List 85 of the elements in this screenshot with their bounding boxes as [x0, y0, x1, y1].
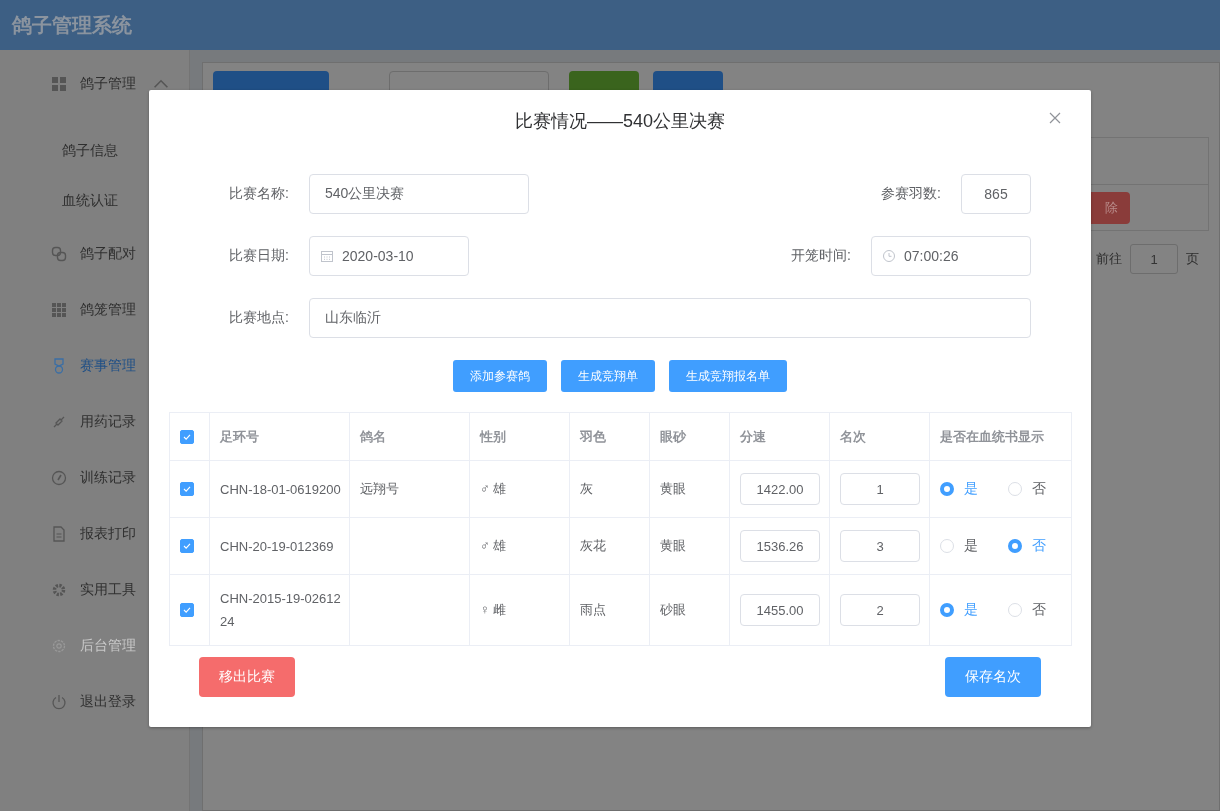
speed-field[interactable]: 1536.26 — [740, 530, 820, 562]
table-cell: ♀ 雌 — [480, 602, 507, 617]
sidebar-item[interactable]: 赛事管理 — [0, 338, 189, 394]
entries-field[interactable]: 865 — [961, 174, 1031, 214]
sidebar-item[interactable]: 鸽子配对 — [0, 226, 189, 282]
radio-button[interactable] — [940, 603, 954, 617]
sidebar-item[interactable]: 鸽笼管理 — [0, 282, 189, 338]
table-cell: 黄眼 — [660, 538, 686, 553]
column-header: 名次 — [840, 428, 866, 444]
checkbox[interactable] — [180, 539, 194, 553]
table-cell-text: CHN-18-01-0619200 — [220, 480, 341, 499]
action-button[interactable]: 生成竞翔报名单 — [669, 360, 787, 392]
radio-button[interactable] — [1008, 539, 1022, 553]
save-button[interactable]: 保存名次 — [945, 657, 1041, 697]
page-field[interactable]: 1 — [1130, 244, 1178, 274]
menu-item-icon — [51, 358, 67, 374]
date-field[interactable]: 2020-03-10 — [309, 236, 469, 276]
rank-field[interactable]: 1 — [840, 473, 920, 505]
time-field[interactable]: 07:00:26 — [871, 236, 1031, 276]
close-icon[interactable] — [1049, 112, 1061, 124]
column-header: 羽色 — [580, 428, 606, 444]
column-header: 分速 — [740, 428, 766, 444]
sidebar-item[interactable]: 训练记录 — [0, 450, 189, 506]
radio-label[interactable]: 否 — [1032, 537, 1046, 555]
menu-item-icon — [51, 470, 67, 486]
check-icon — [181, 540, 193, 552]
radio-label[interactable]: 是 — [964, 537, 978, 555]
menu-item-icon — [51, 526, 67, 542]
page-suffix: 页 — [1186, 250, 1199, 268]
rank-field[interactable]: 2 — [840, 594, 920, 626]
field-label: 比赛名称: — [228, 185, 289, 203]
column-header: 鸽名 — [360, 428, 386, 444]
sidebar-item[interactable]: 鸽子管理 — [0, 56, 189, 112]
column-header: 性别 — [480, 428, 506, 444]
field-label: 参赛羽数: — [881, 185, 941, 203]
checkbox[interactable] — [180, 482, 194, 496]
check-icon — [181, 604, 193, 616]
table-cell-text: CHN-20-19-012369 — [220, 537, 334, 556]
field-label: 比赛日期: — [228, 247, 289, 265]
app-title: 鸽子管理系统 — [12, 12, 132, 38]
table-cell: 灰 — [580, 481, 593, 496]
table-cell: 雨点 — [580, 602, 606, 617]
column-header: 是否在血统书显示 — [940, 428, 1044, 444]
table-cell: ♂ 雄 — [480, 481, 507, 496]
radio-button[interactable] — [940, 482, 954, 496]
menu-item-icon — [51, 76, 67, 92]
calendar-icon — [320, 249, 334, 263]
table-cell-text: CHN-2015-19-0261224 — [220, 590, 342, 631]
field-label: 比赛地点: — [228, 309, 289, 327]
clock-icon — [882, 249, 896, 263]
speed-field[interactable]: 1422.00 — [740, 473, 820, 505]
location-field[interactable]: 山东临沂 — [309, 298, 1031, 338]
column-header: 足环号 — [220, 428, 259, 444]
goto-label: 前往 — [1096, 250, 1122, 268]
field-label: 开笼时间: — [791, 247, 851, 265]
radio-label[interactable]: 否 — [1032, 480, 1046, 498]
sidebar-item[interactable]: 用药记录 — [0, 394, 189, 450]
table-cell: ♂ 雄 — [480, 538, 507, 553]
sidebar-item[interactable]: 实用工具 — [0, 562, 189, 618]
sidebar-item[interactable]: 报表打印 — [0, 506, 189, 562]
race-name-field[interactable]: 540公里决赛 — [309, 174, 529, 214]
remove-button[interactable]: 移出比赛 — [199, 657, 295, 697]
checkbox[interactable] — [180, 603, 194, 617]
action-button[interactable]: 添加参赛鸽 — [453, 360, 547, 392]
menu-item-icon — [51, 694, 67, 710]
menu-item-icon — [51, 638, 67, 654]
radio-label[interactable]: 是 — [964, 601, 978, 619]
radio-label[interactable]: 否 — [1032, 601, 1046, 619]
table-cell: 砂眼 — [660, 602, 686, 617]
menu-item-icon — [51, 582, 67, 598]
check-icon — [181, 483, 193, 495]
menu-item-icon — [51, 246, 67, 262]
table-cell: 灰花 — [580, 538, 606, 553]
checkbox[interactable] — [180, 429, 194, 444]
menu-item-icon — [51, 414, 67, 430]
menu-item-icon — [51, 302, 67, 318]
column-header: 眼砂 — [660, 428, 686, 444]
speed-field[interactable]: 1455.00 — [740, 594, 820, 626]
dialog-title: 比赛情况——540公里决赛 — [514, 110, 725, 133]
action-button[interactable]: 生成竞翔单 — [561, 360, 655, 392]
rank-field[interactable]: 3 — [840, 530, 920, 562]
table-cell: 黄眼 — [660, 481, 686, 496]
table-cell: 远翔号 — [360, 481, 399, 496]
radio-label[interactable]: 是 — [964, 480, 978, 498]
sidebar-item[interactable]: 退出登录 — [0, 674, 189, 730]
